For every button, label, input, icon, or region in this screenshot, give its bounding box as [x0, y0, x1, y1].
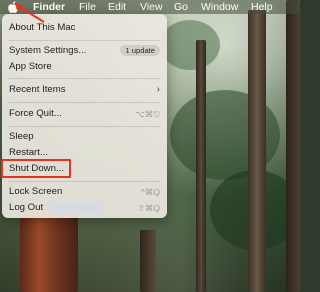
menu-edit[interactable]: Edit [108, 0, 126, 14]
wallpaper-tree-trunk [196, 40, 206, 292]
wallpaper-tree-trunk [248, 10, 266, 292]
redacted-username [50, 202, 102, 214]
keyboard-shortcut: ⇧⌘Q [137, 203, 160, 213]
keyboard-shortcut: ^⌘Q [140, 187, 160, 197]
keyboard-shortcut: ⌥⌘⎋ [134, 109, 160, 119]
menu-window[interactable]: Window [201, 0, 238, 14]
menu-item-system-settings[interactable]: System Settings... 1 update [9, 44, 160, 58]
menu-item-restart[interactable]: Restart... [9, 146, 48, 160]
menu-help[interactable]: Help [251, 0, 273, 14]
menu-item-label: Force Quit... [9, 108, 62, 119]
menu-item-label: System Settings... [9, 45, 87, 56]
menu-item-label: App Store [9, 61, 52, 72]
menu-item-lock-screen[interactable]: Lock Screen ^⌘Q [9, 185, 160, 199]
menu-divider [9, 102, 160, 103]
menu-item-label: Recent Items [9, 84, 66, 95]
menu-view[interactable]: View [140, 0, 163, 14]
menu-item-label: Restart... [9, 147, 48, 158]
wallpaper-foliage [160, 20, 220, 70]
wallpaper-redwood-trunk [20, 210, 78, 292]
menu-item-sleep[interactable]: Sleep [9, 130, 34, 144]
wallpaper-tree-trunk [140, 230, 156, 292]
menu-item-label: Log Out [9, 202, 44, 213]
menu-divider [9, 126, 160, 127]
menu-item-recent-items[interactable]: Recent Items › [9, 83, 160, 97]
chevron-right-icon: › [156, 84, 160, 95]
annotation-arrow-icon [14, 3, 45, 23]
apple-menu-dropdown: About This Mac System Settings... 1 upda… [1, 14, 167, 218]
menu-item-label: Sleep [9, 131, 34, 142]
menu-divider [9, 40, 160, 41]
menu-go[interactable]: Go [174, 0, 188, 14]
update-badge: 1 update [120, 45, 160, 56]
wallpaper-tree-trunk [286, 0, 300, 292]
menu-file[interactable]: File [79, 0, 96, 14]
menu-item-force-quit[interactable]: Force Quit... ⌥⌘⎋ [9, 107, 160, 121]
menu-divider [9, 181, 160, 182]
menu-item-label: Lock Screen [9, 186, 63, 197]
annotation-highlight-box [1, 159, 71, 178]
menu-divider [9, 78, 160, 79]
menu-item-app-store[interactable]: App Store [9, 60, 52, 74]
